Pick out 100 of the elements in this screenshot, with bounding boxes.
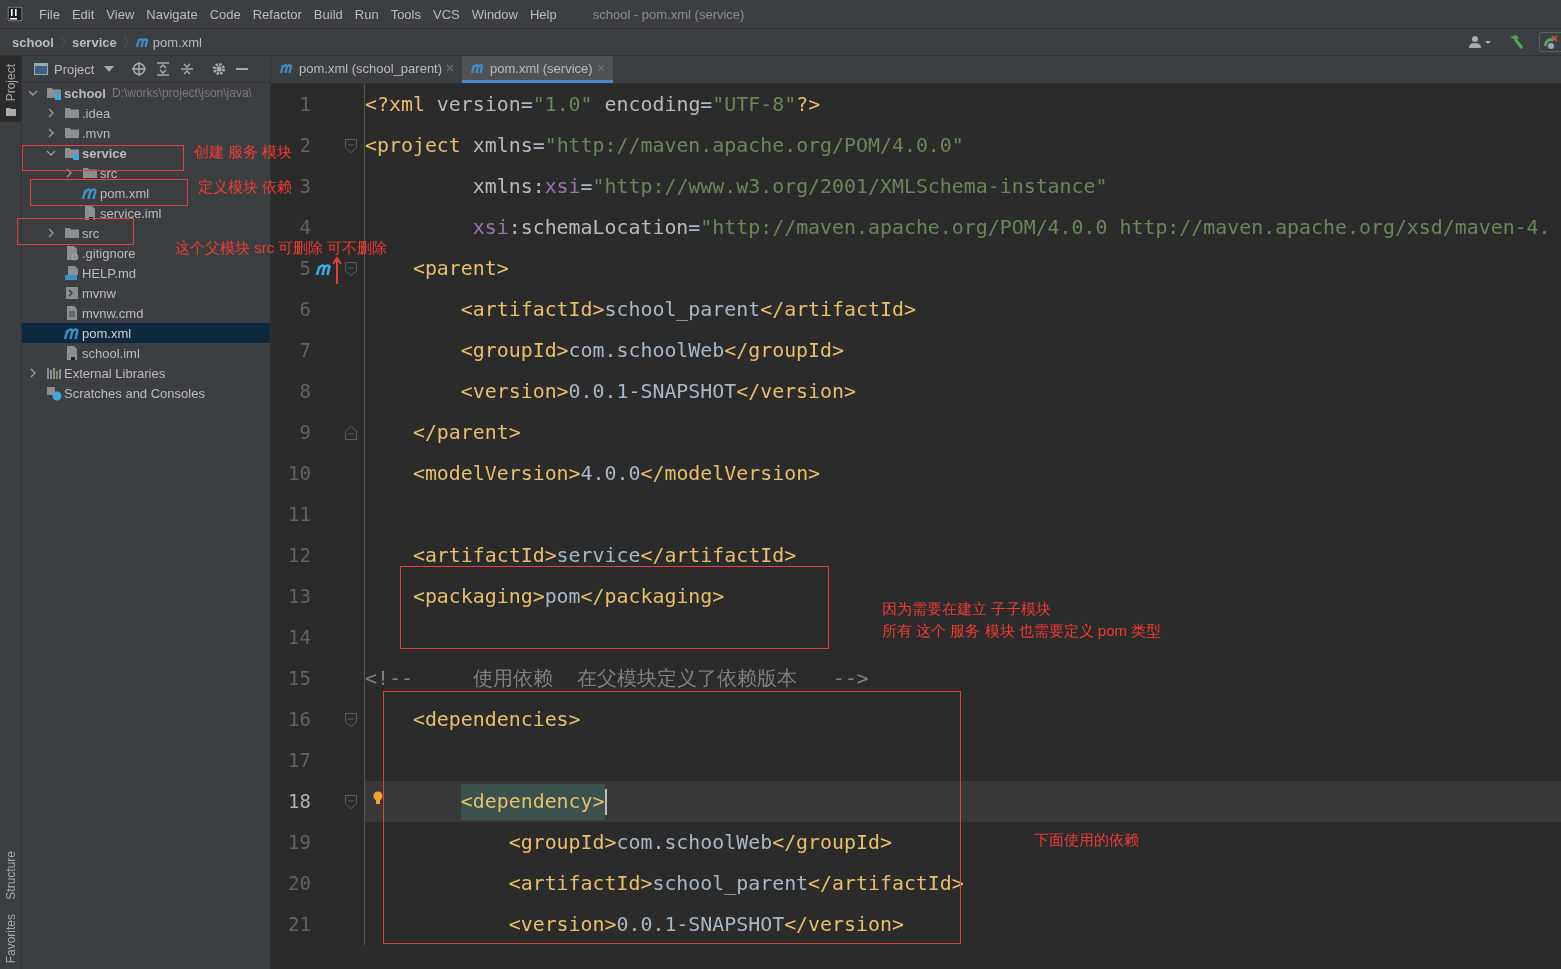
module-folder-icon (46, 85, 62, 101)
line-number: 5 (299, 257, 311, 279)
collapse-all-icon[interactable] (180, 62, 195, 76)
folder-icon (82, 165, 98, 181)
line-number: 3 (299, 175, 311, 197)
annotation-note: 下面使用的依赖 (1034, 831, 1139, 849)
chevron-icon[interactable] (28, 368, 38, 378)
run-config-icon[interactable] (1539, 32, 1561, 52)
app-logo-icon (7, 6, 23, 22)
maven-icon[interactable] (315, 261, 333, 276)
project-path: D:\works\project\json\java\ (111, 86, 252, 100)
tree-item[interactable]: src (46, 223, 100, 243)
code-line: <groupId>com.schoolWeb</groupId> (459, 338, 845, 363)
tree-item[interactable]: src (64, 163, 118, 183)
tree-item[interactable]: .gitignore (46, 243, 136, 263)
code-line: <project xmlns="http://maven.apache.org/POM/4.0.0" (365, 133, 964, 158)
line-number: 10 (288, 462, 311, 484)
menu-item[interactable]: VCS (427, 6, 466, 22)
code-line: <?xml version="1.0" encoding="UTF-8"?> (365, 92, 821, 117)
annotation-note: 所有 这个 服务 模块 也需要定义 pom 类型 (882, 622, 1162, 640)
line-number: 4 (299, 216, 311, 238)
expand-all-icon[interactable] (156, 62, 171, 76)
maven-icon (82, 185, 98, 201)
chevron-icon[interactable] (46, 228, 56, 238)
tree-item[interactable]: school.iml (46, 343, 140, 363)
lightbulb-icon[interactable] (373, 791, 383, 807)
line-number: 12 (288, 544, 311, 566)
folder-icon (64, 225, 80, 241)
tree-item[interactable]: school D:\works\project\json\java\ (28, 83, 252, 103)
line-number: 16 (288, 708, 311, 730)
file-icon (82, 205, 98, 221)
tree-item[interactable]: service (46, 143, 127, 163)
line-number: 6 (299, 298, 311, 320)
folder-icon (64, 125, 80, 141)
code-line: <artifactId>school_parent</artifactId> (459, 297, 916, 322)
line-number: 8 (299, 380, 311, 402)
maven-icon (279, 62, 295, 74)
panel-title[interactable]: Project (54, 61, 95, 77)
code-line: <version>0.0.1-SNAPSHOT</version> (507, 912, 904, 937)
tree-item[interactable]: Scratches and Consoles (28, 383, 205, 403)
maven-icon (64, 325, 80, 341)
project-window-icon (34, 63, 48, 75)
tree-item[interactable]: .mvn (46, 123, 111, 143)
line-number: 19 (288, 831, 311, 853)
fold-icon[interactable] (344, 712, 357, 727)
menu-item[interactable]: Run (348, 6, 385, 22)
line-number: 14 (288, 626, 311, 648)
code-line: xmlns:xsi="http://www.w3.org/2001/XMLSchema-instance" (471, 174, 1108, 199)
tree-item[interactable]: HELP.md (46, 263, 136, 283)
text-file-icon (64, 305, 80, 321)
folder-icon (5, 107, 16, 117)
settings-icon[interactable] (212, 62, 227, 76)
menu-item[interactable]: Build (307, 6, 349, 22)
fold-icon[interactable] (344, 794, 357, 809)
breadcrumb-item[interactable]: school (12, 34, 54, 50)
menu-item[interactable]: Navigate (140, 6, 204, 22)
tree-item[interactable]: .idea (46, 103, 111, 123)
annotation-note: 这个父模块 src 可删除 可不删除 (175, 239, 388, 257)
code-line: <version>0.0.1-SNAPSHOT</version> (459, 379, 856, 404)
menu-item[interactable]: Refactor (246, 6, 308, 22)
line-number: 2 (299, 134, 311, 156)
breadcrumb-item[interactable]: service (71, 34, 117, 50)
code-line: <modelVersion>4.0.0</modelVersion> (411, 461, 821, 486)
scratch-icon (46, 385, 62, 401)
menu-item[interactable]: Help (523, 6, 563, 22)
annotation-note: 定义模块 依赖 (198, 178, 293, 196)
file-icon (64, 345, 80, 361)
editor-tab[interactable]: pom.xml (school_parent) (271, 56, 463, 83)
tool-window-tab[interactable]: Project (0, 56, 21, 123)
tree-item[interactable]: pom.xml (64, 183, 150, 203)
fold-icon[interactable] (344, 425, 357, 440)
breadcrumb-item[interactable]: pom.xml (152, 34, 202, 50)
code-line: </parent> (411, 420, 521, 445)
terminal-file-icon (64, 285, 80, 301)
menu-item[interactable]: Edit (65, 6, 101, 22)
menu-item[interactable]: File (33, 6, 66, 22)
tool-window-tab[interactable]: Structure (0, 842, 21, 906)
menu-item[interactable]: Window (465, 6, 524, 22)
tree-item[interactable]: External Libraries (28, 363, 166, 383)
module-folder-icon (64, 145, 80, 161)
tree-item[interactable]: mvnw.cmd (46, 303, 144, 323)
folder-icon (64, 105, 80, 121)
editor-tab[interactable]: pom.xml (service) (462, 56, 613, 83)
menu-item[interactable]: View (100, 6, 141, 22)
tree-item[interactable]: mvnw (46, 283, 116, 303)
code-line: <!-- 使用依赖 在父模块定义了依赖版本 --> (365, 666, 869, 691)
tool-window-tab[interactable]: Favorites (0, 905, 21, 969)
tree-item[interactable]: service.iml (64, 203, 162, 223)
fold-icon[interactable] (344, 261, 357, 276)
markdown-file-icon (64, 265, 80, 281)
close-icon[interactable] (446, 64, 455, 72)
user-icon[interactable] (1469, 35, 1493, 49)
code-line: <parent> (411, 256, 509, 281)
code-line: <packaging>pom</packaging> (411, 584, 725, 609)
menu-item[interactable]: Code (203, 6, 247, 22)
menu-item[interactable]: Tools (384, 6, 427, 22)
locate-icon[interactable] (132, 62, 147, 76)
caret-icon[interactable] (104, 66, 115, 72)
code-line: <dependencies> (411, 707, 581, 732)
fold-icon[interactable] (344, 138, 357, 153)
